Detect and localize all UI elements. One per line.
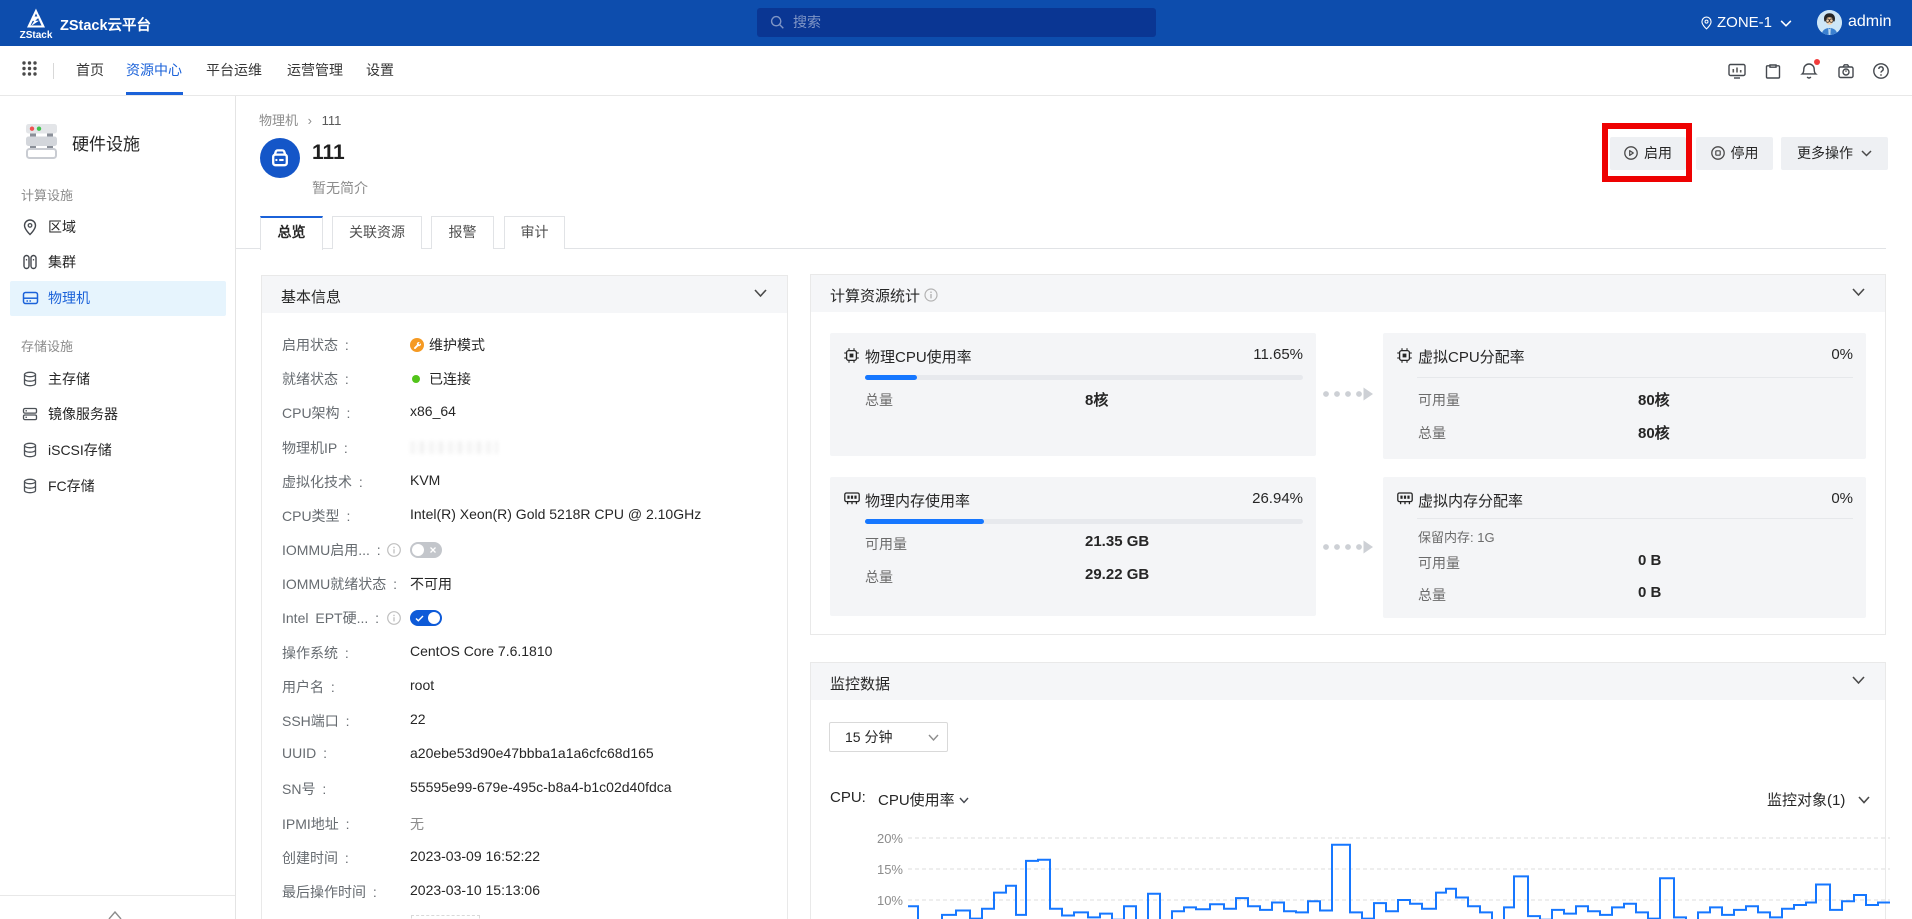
svg-text:ZStack: ZStack — [20, 30, 53, 41]
